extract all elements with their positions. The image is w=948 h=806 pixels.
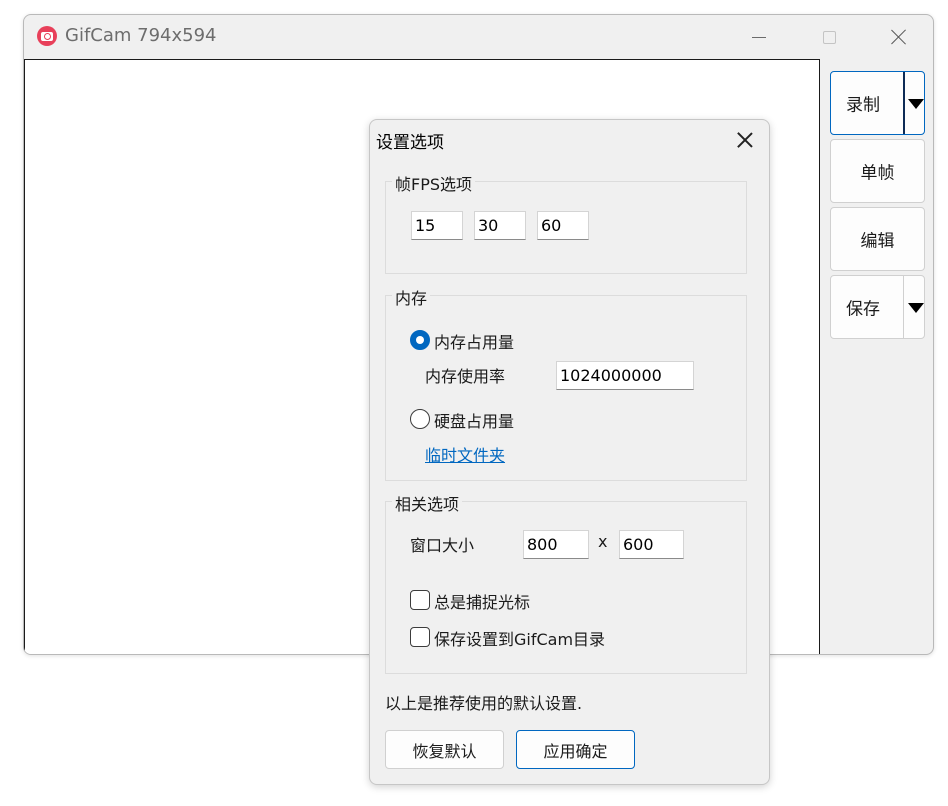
record-label: 录制 — [846, 95, 880, 116]
related-options-group: 相关选项 窗口大小 800 x 600 总是捕捉光标 保存设置到GifCam目录 — [385, 491, 747, 674]
save-to-dir-checkbox[interactable] — [410, 627, 430, 647]
edit-button[interactable]: 编辑 — [830, 207, 925, 271]
fps-options-group: 帧FPS选项 15 30 60 — [385, 171, 747, 274]
save-button[interactable]: 保存 — [830, 275, 925, 339]
close-icon — [737, 132, 753, 148]
disk-usage-radio[interactable] — [410, 409, 430, 429]
size-times-sign: x — [598, 532, 608, 551]
window-width-input[interactable]: 800 — [523, 530, 589, 559]
dialog-title: 设置选项 — [376, 133, 444, 153]
memory-usage-radio[interactable] — [410, 330, 430, 350]
save-split-divider — [903, 276, 904, 338]
recommendation-note: 以上是推荐使用的默认设置. — [385, 694, 583, 713]
fps-input-3[interactable]: 60 — [537, 211, 589, 240]
memory-group-label: 内存 — [392, 285, 431, 309]
gifcam-camera-icon — [37, 26, 57, 46]
save-label: 保存 — [846, 299, 880, 320]
capture-cursor-label[interactable]: 总是捕捉光标 — [434, 589, 530, 613]
window-height-input[interactable]: 600 — [619, 530, 684, 559]
fps-input-2[interactable]: 30 — [474, 211, 526, 240]
minimize-button[interactable] — [724, 15, 794, 59]
memory-group: 内存 内存占用量 内存使用率 1024000000 硬盘占用量 临时文件夹 — [385, 285, 747, 481]
maximize-icon — [822, 30, 836, 44]
window-title: GifCam 794x594 — [65, 25, 217, 46]
record-dropdown-arrow-icon[interactable] — [908, 99, 924, 109]
disk-usage-radio-label[interactable]: 硬盘占用量 — [434, 408, 514, 432]
apply-button[interactable]: 应用确定 — [516, 730, 635, 769]
single-frame-button[interactable]: 单帧 — [830, 139, 925, 203]
settings-dialog: 设置选项 帧FPS选项 15 30 60 内存 内存占用量 内存使用率 1024… — [369, 119, 770, 785]
record-button[interactable]: 录制 — [830, 71, 925, 135]
title-bar[interactable]: GifCam 794x594 — [24, 15, 933, 59]
fps-group-label: 帧FPS选项 — [392, 171, 476, 195]
temp-folder-link[interactable]: 临时文件夹 — [425, 442, 505, 466]
save-dropdown-arrow-icon[interactable] — [908, 303, 924, 313]
record-split-divider — [903, 72, 905, 134]
save-to-dir-label[interactable]: 保存设置到GifCam目录 — [434, 626, 605, 650]
memory-usage-radio-label[interactable]: 内存占用量 — [434, 329, 514, 353]
maximize-button[interactable] — [794, 15, 864, 59]
close-icon — [891, 29, 907, 45]
dialog-close-button[interactable] — [730, 127, 760, 153]
restore-defaults-button[interactable]: 恢复默认 — [385, 730, 504, 769]
close-button[interactable] — [864, 15, 933, 59]
memory-rate-label: 内存使用率 — [425, 367, 506, 386]
minimize-icon — [752, 36, 766, 38]
options-group-label: 相关选项 — [392, 491, 463, 515]
window-size-label: 窗口大小 — [410, 536, 475, 555]
capture-cursor-checkbox[interactable] — [410, 590, 430, 610]
memory-rate-input[interactable]: 1024000000 — [556, 361, 694, 390]
edit-label: 编辑 — [860, 231, 895, 252]
single-frame-label: 单帧 — [860, 163, 895, 184]
fps-input-1[interactable]: 15 — [411, 211, 463, 240]
